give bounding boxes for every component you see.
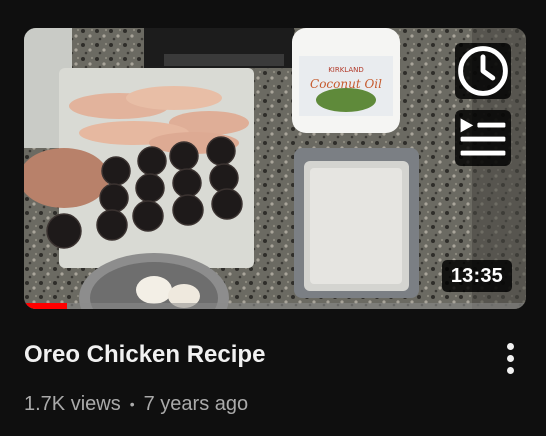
more-vertical-icon xyxy=(506,342,514,350)
add-to-queue-icon xyxy=(460,118,506,156)
more-actions-button[interactable] xyxy=(492,336,528,380)
watch-later-button[interactable] xyxy=(455,43,511,99)
view-count: 1.7K views xyxy=(24,393,121,415)
add-to-queue-button[interactable] xyxy=(455,110,511,166)
meta-separator: • xyxy=(129,396,135,412)
video-title[interactable]: Oreo Chicken Recipe xyxy=(24,340,265,370)
more-vertical-icon-dot xyxy=(506,354,514,362)
watch-progress-bar xyxy=(24,303,526,309)
kirkland-text: KIRKLAND xyxy=(328,66,364,74)
thumbnail-label: Coconut Oil xyxy=(310,77,382,91)
more-vertical-icon-dot xyxy=(506,366,514,374)
duration-badge: 13:35 xyxy=(441,260,512,292)
clock-icon xyxy=(458,46,508,96)
watch-progress-fill xyxy=(24,303,67,309)
video-metadata: 1.7K views • 7 years ago xyxy=(24,390,248,418)
video-card[interactable]: KIRKLAND Coconut Oil 13:35 Oreo Chicken … xyxy=(0,0,546,436)
upload-age: 7 years ago xyxy=(143,393,249,415)
video-thumbnail[interactable]: KIRKLAND Coconut Oil 13:35 xyxy=(24,28,526,309)
